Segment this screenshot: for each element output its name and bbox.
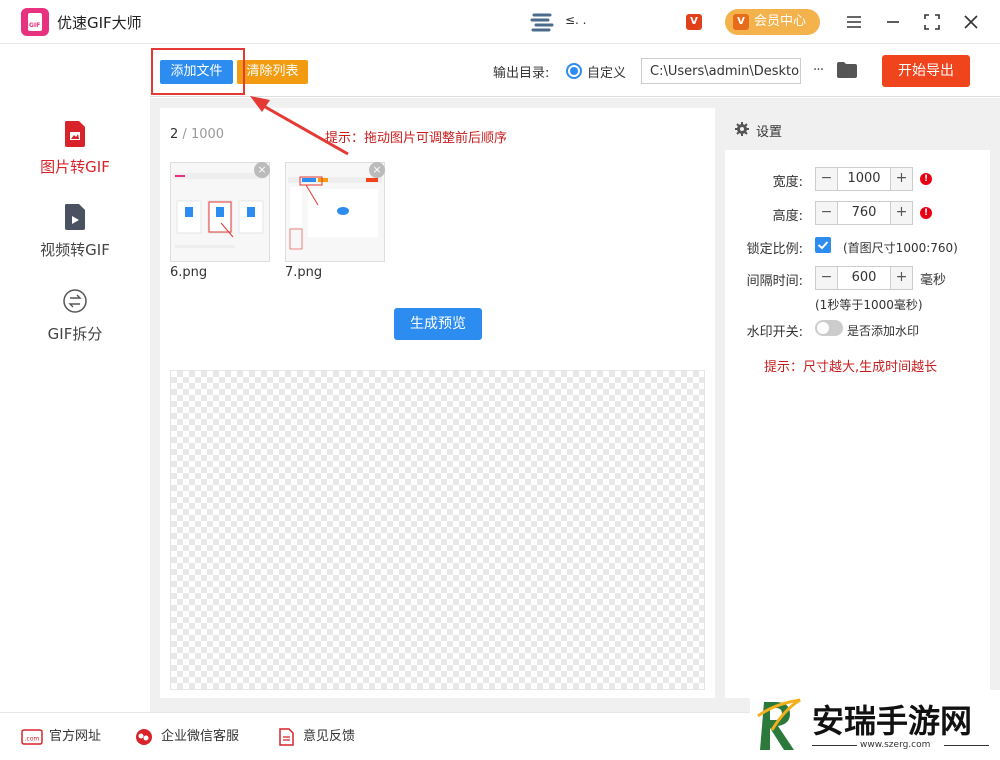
sidebar-item-video-to-gif[interactable]: 视频转GIF — [0, 203, 150, 273]
svg-text:.com: .com — [25, 736, 40, 743]
height-decrease-button[interactable]: − — [816, 202, 838, 224]
app-title: 优速GIF大师 — [57, 14, 142, 32]
lock-ratio-note: (首图尺寸1000:760) — [843, 241, 958, 255]
settings-header: 设置 — [725, 108, 990, 150]
sidebar-item-gif-split[interactable]: GIF拆分 — [0, 287, 150, 357]
website-icon: .com — [21, 729, 43, 745]
interval-value[interactable]: 600 — [838, 267, 890, 289]
settings-panel: 设置 宽度: − 1000 + ! 高度: − 760 + ! 锁定比例: (首… — [725, 108, 990, 698]
width-increase-button[interactable]: + — [890, 168, 912, 190]
annotation-arrow — [250, 96, 349, 156]
width-warning-icon: ! — [920, 173, 932, 185]
image-file-icon — [65, 121, 85, 147]
lock-ratio-checkbox[interactable] — [815, 237, 831, 253]
split-icon — [63, 289, 87, 313]
user-avatar-icon[interactable] — [528, 11, 556, 33]
file-thumbnail[interactable]: × — [285, 162, 385, 262]
annotation-highlight-box — [151, 48, 245, 95]
watermark-divider — [944, 745, 989, 746]
width-decrease-button[interactable]: − — [816, 168, 838, 190]
official-website-link[interactable]: .com 官方网址 — [21, 727, 121, 747]
feedback-icon — [279, 728, 294, 746]
user-name[interactable]: ≤. . — [565, 13, 587, 27]
member-center-label: 会员中心 — [754, 14, 807, 29]
sidebar-item-label: 图片转GIF — [40, 158, 110, 176]
file-count: 2 / 1000 — [170, 127, 224, 142]
folder-icon[interactable] — [836, 61, 858, 79]
height-increase-button[interactable]: + — [890, 202, 912, 224]
member-center-button[interactable]: V 会员中心 — [725, 9, 820, 35]
watermark-label: 水印开关: — [746, 325, 803, 340]
app-logo-text: GIF — [29, 22, 41, 29]
title-bar: GIF 优速GIF大师 ≤. . V V 会员中心 — [0, 0, 1000, 44]
check-icon — [817, 241, 829, 250]
interval-decrease-button[interactable]: − — [816, 267, 838, 289]
sidebar: 图片转GIF 视频转GIF GIF拆分 — [0, 98, 150, 712]
interval-unit: 毫秒 — [920, 273, 947, 288]
file-name: 7.png — [285, 265, 323, 280]
watermark-divider — [812, 745, 857, 746]
sidebar-item-label: GIF拆分 — [47, 325, 103, 343]
watermark-url: www.szerg.com — [860, 740, 931, 750]
settings-hint: 提示：尺寸越大,生成时间越长 — [764, 360, 938, 375]
height-value[interactable]: 760 — [838, 202, 890, 224]
clear-list-button[interactable]: 清除列表 — [237, 60, 308, 84]
output-path-input[interactable] — [641, 58, 801, 84]
sidebar-item-label: 视频转GIF — [40, 241, 110, 259]
generate-preview-button[interactable]: 生成预览 — [394, 308, 482, 340]
maximize-icon[interactable] — [920, 10, 944, 34]
thumbnail-image — [171, 163, 269, 261]
watermark-logo — [757, 698, 801, 750]
files-panel: 2 / 1000 提示：拖动图片可调整前后顺序 × 6.png × 7.png … — [160, 108, 715, 698]
gif-preview-area — [170, 370, 705, 690]
interval-note: (1秒等于1000毫秒) — [815, 298, 923, 312]
interval-increase-button[interactable]: + — [890, 267, 912, 289]
feedback-link[interactable]: 意见反馈 — [275, 727, 375, 747]
file-count-separator: / — [178, 127, 191, 142]
settings-title: 设置 — [756, 125, 783, 140]
file-count-total: 1000 — [190, 127, 225, 142]
vip-icon[interactable]: V — [686, 14, 702, 30]
output-dir-label: 输出目录: — [493, 66, 550, 81]
minimize-icon[interactable] — [881, 10, 905, 34]
height-warning-icon: ! — [920, 207, 932, 219]
thumbnail-image — [286, 163, 384, 261]
interval-stepper[interactable]: − 600 + — [815, 266, 913, 290]
start-export-button[interactable]: 开始导出 — [882, 55, 970, 87]
site-watermark: 安瑞手游网 www.szerg.com — [750, 690, 1000, 760]
width-label: 宽度: — [772, 175, 803, 190]
interval-label: 间隔时间: — [746, 274, 803, 289]
close-icon[interactable] — [959, 10, 983, 34]
custom-dir-radio-label[interactable]: 自定义 — [587, 62, 626, 81]
remove-file-icon[interactable]: × — [254, 162, 270, 178]
width-stepper[interactable]: − 1000 + — [815, 167, 913, 191]
sidebar-item-image-to-gif[interactable]: 图片转GIF — [0, 120, 150, 190]
height-label: 高度: — [772, 209, 803, 224]
watermark-text: 安瑞手游网 — [812, 702, 973, 740]
wechat-icon — [136, 729, 152, 745]
file-thumbnail[interactable]: × — [170, 162, 270, 262]
wechat-service-link[interactable]: 企业微信客服 — [133, 727, 263, 747]
more-options-icon[interactable]: ··· — [808, 60, 828, 80]
feedback-label: 意见反馈 — [303, 729, 356, 744]
remove-file-icon[interactable]: × — [369, 162, 385, 178]
video-file-icon — [65, 204, 85, 230]
app-logo: GIF — [21, 8, 49, 36]
height-stepper[interactable]: − 760 + — [815, 201, 913, 225]
lock-ratio-label: 锁定比例: — [746, 242, 803, 257]
official-website-label: 官方网址 — [49, 729, 102, 744]
vip-crown-icon: V — [733, 14, 749, 30]
watermark-note: 是否添加水印 — [847, 324, 920, 338]
watermark-toggle[interactable] — [815, 320, 843, 336]
gear-icon — [735, 122, 749, 136]
width-value[interactable]: 1000 — [838, 168, 890, 190]
wechat-service-label: 企业微信客服 — [161, 729, 240, 744]
file-name: 6.png — [170, 265, 208, 280]
custom-dir-radio[interactable] — [566, 63, 582, 79]
menu-icon[interactable] — [842, 10, 866, 34]
